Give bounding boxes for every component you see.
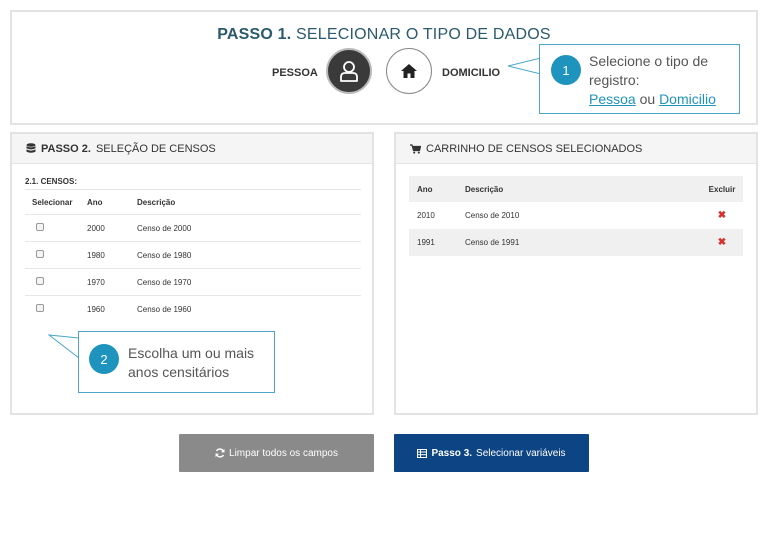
step3-button[interactable]: Passo 3. Selecionar variáveis bbox=[394, 434, 589, 472]
callout1-line2: registro: bbox=[589, 72, 640, 88]
cart-row-desc: Censo de 2010 bbox=[465, 211, 520, 220]
callout2-text: Escolha um ou mais anos censitários bbox=[128, 344, 254, 382]
callout1-link-domicilio[interactable]: Domicilio bbox=[659, 91, 716, 107]
step2-title-bold: PASSO 2. bbox=[41, 142, 91, 155]
option-pessoa-label[interactable]: PESSOA bbox=[272, 67, 318, 79]
select-checkbox-1980[interactable] bbox=[36, 250, 44, 258]
censos-sub-label: 2.1. CENSOS: bbox=[25, 177, 78, 186]
table-row: 1960 Censo de 1960 bbox=[25, 295, 361, 323]
callout1-conjunction: ou bbox=[635, 91, 660, 107]
callout2-number: 2 bbox=[89, 344, 119, 374]
cart-row-year: 1991 bbox=[409, 229, 465, 256]
table-row: 2010 Censo de 2010 ✖ bbox=[409, 202, 743, 229]
cart-table: Ano Descrição Excluir 2010 Censo de 2010… bbox=[409, 176, 743, 256]
clear-all-label: Limpar todos os campos bbox=[229, 447, 338, 459]
cart-col-excluir: Excluir bbox=[701, 176, 743, 202]
refresh-icon bbox=[215, 448, 225, 458]
row-year: 1960 bbox=[87, 295, 137, 323]
callout1-text: Selecione o tipo de registro: Pessoa ou … bbox=[589, 52, 716, 109]
table-row: 1991 Censo de 1991 ✖ bbox=[409, 229, 743, 256]
domicilio-button[interactable] bbox=[386, 48, 432, 94]
callout2: 2 Escolha um ou mais anos censitários bbox=[78, 331, 275, 393]
table-row: 1970 Censo de 1970 bbox=[25, 268, 361, 296]
callout1-line1: Selecione o tipo de bbox=[589, 53, 709, 69]
row-desc: Censo de 2000 bbox=[137, 214, 361, 242]
step1-title-rest: SELECIONAR O TIPO DE DADOS bbox=[291, 26, 551, 43]
step3-label-rest: Selecionar variáveis bbox=[476, 447, 566, 459]
callout2-line1: Escolha um ou mais bbox=[128, 345, 255, 361]
row-desc: Censo de 1980 bbox=[137, 241, 361, 269]
step1-title: PASSO 1. SELECIONAR O TIPO DE DADOS bbox=[12, 26, 756, 44]
cart-title: CARRINHO DE CENSOS SELECIONADOS bbox=[426, 142, 643, 155]
option-domicilio-label[interactable]: DOMICILIO bbox=[442, 67, 500, 79]
table-icon bbox=[417, 448, 428, 458]
row-desc: Censo de 1960 bbox=[137, 295, 361, 323]
select-checkbox-2000[interactable] bbox=[36, 223, 44, 231]
step3-label-bold: Passo 3. bbox=[431, 447, 473, 459]
col-selecionar: Selecionar bbox=[25, 189, 87, 215]
cart-row-year: 2010 bbox=[417, 211, 435, 220]
cart-header: CARRINHO DE CENSOS SELECIONADOS bbox=[396, 134, 756, 164]
database-icon bbox=[26, 143, 36, 153]
col-descricao: Descrição bbox=[137, 189, 361, 215]
delete-icon[interactable]: ✖ bbox=[718, 237, 726, 248]
callout2-pointer bbox=[48, 334, 80, 360]
person-icon bbox=[340, 61, 358, 82]
delete-icon[interactable]: ✖ bbox=[718, 210, 726, 221]
censos-header-row: Selecionar Ano Descrição bbox=[25, 189, 361, 215]
cart-col-descricao: Descrição bbox=[465, 176, 701, 202]
callout1-pointer bbox=[507, 57, 541, 75]
select-checkbox-1970[interactable] bbox=[36, 277, 44, 285]
select-checkbox-1960[interactable] bbox=[36, 304, 44, 313]
cart-row-desc: Censo de 1991 bbox=[465, 229, 701, 256]
pessoa-button[interactable] bbox=[326, 48, 372, 94]
step2-header: PASSO 2. SELEÇÃO DE CENSOS bbox=[12, 134, 372, 164]
table-row: 1980 Censo de 1980 bbox=[25, 241, 361, 269]
col-ano: Ano bbox=[87, 189, 137, 215]
callout1: 1 Selecione o tipo de registro: Pessoa o… bbox=[539, 44, 740, 114]
cart-header-row: Ano Descrição Excluir bbox=[409, 176, 743, 202]
step1-title-bold: PASSO 1. bbox=[217, 26, 292, 43]
row-year: 2000 bbox=[87, 214, 137, 242]
shopping-cart-icon bbox=[410, 143, 421, 154]
row-desc: Censo de 1970 bbox=[137, 268, 361, 296]
step2-title-rest: SELEÇÃO DE CENSOS bbox=[95, 142, 216, 155]
cart-col-ano: Ano bbox=[409, 176, 465, 202]
callout1-number: 1 bbox=[551, 55, 581, 85]
table-row: 2000 Censo de 2000 bbox=[25, 214, 361, 242]
callout1-link-pessoa[interactable]: Pessoa bbox=[589, 91, 636, 107]
home-icon bbox=[401, 64, 417, 78]
callout2-line2: anos censitários bbox=[128, 364, 230, 380]
row-year: 1980 bbox=[87, 241, 137, 269]
row-year: 1970 bbox=[87, 268, 137, 296]
censos-table: Selecionar Ano Descrição 2000 Censo de 2… bbox=[25, 189, 361, 323]
clear-all-button[interactable]: Limpar todos os campos bbox=[179, 434, 374, 472]
cart-panel: CARRINHO DE CENSOS SELECIONADOS Ano Desc… bbox=[394, 132, 758, 415]
